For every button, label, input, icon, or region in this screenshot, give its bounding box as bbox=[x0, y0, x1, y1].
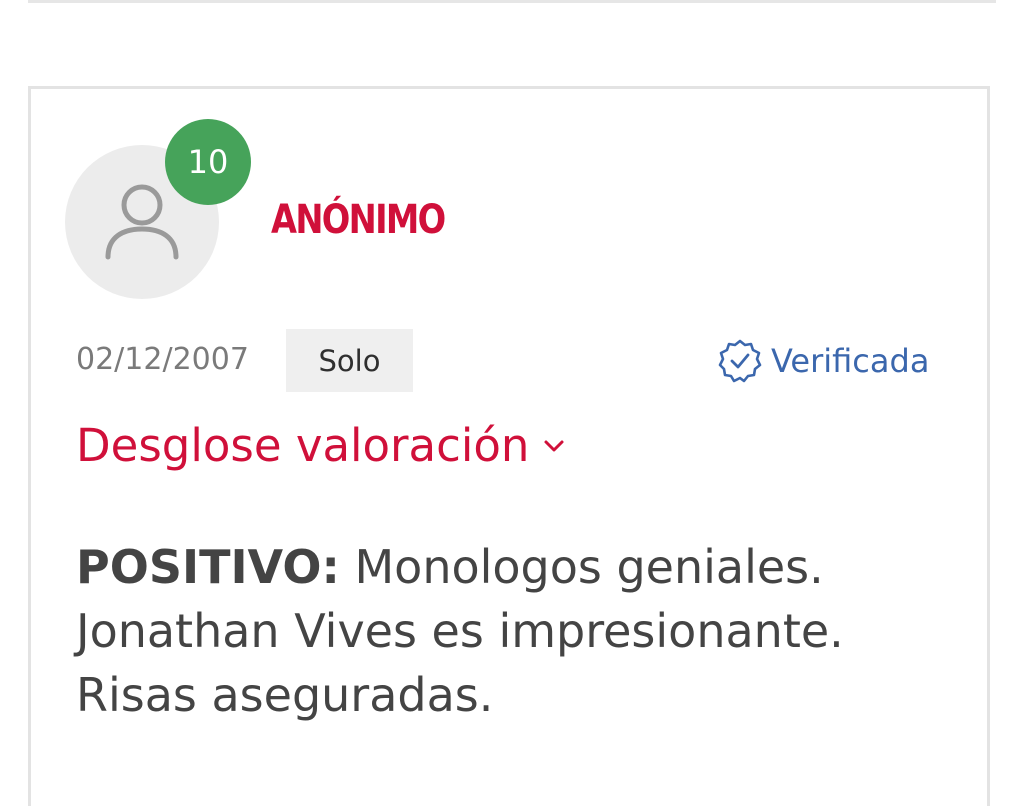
review-card: 10 ANÓNIMO 02/12/2007 Solo Verificada De… bbox=[28, 86, 990, 806]
top-divider bbox=[28, 0, 996, 3]
user-icon bbox=[105, 184, 179, 260]
breakdown-toggle[interactable]: Desglose valoración bbox=[76, 419, 565, 472]
verified-badge: Verificada bbox=[717, 338, 929, 384]
verified-label: Verificada bbox=[771, 342, 930, 380]
review-date: 02/12/2007 bbox=[76, 342, 249, 377]
reviewer-name: ANÓNIMO bbox=[271, 197, 446, 243]
positive-label: POSITIVO: bbox=[76, 540, 340, 594]
chevron-down-icon bbox=[544, 440, 564, 451]
score-badge: 10 bbox=[165, 119, 251, 205]
travel-type-tag: Solo bbox=[286, 329, 413, 392]
verified-badge-icon bbox=[718, 339, 762, 383]
breakdown-label: Desglose valoración bbox=[76, 419, 530, 472]
review-text: POSITIVO: Monologos geniales. Jonathan V… bbox=[76, 535, 956, 727]
